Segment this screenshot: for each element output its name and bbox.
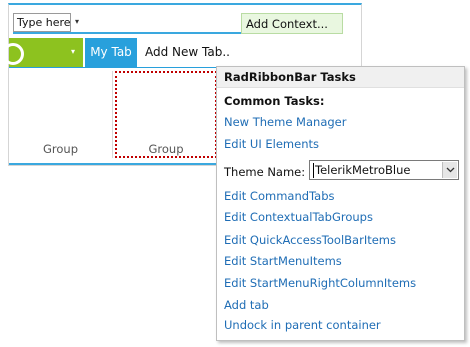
edit-contextualtabgroups-link[interactable]: Edit ContextualTabGroups bbox=[224, 210, 373, 224]
app-logo-icon bbox=[2, 43, 24, 65]
edit-quickaccesstoolbaritems-link[interactable]: Edit QuickAccessToolBarItems bbox=[224, 233, 396, 247]
quick-access-type-here-input[interactable]: Type here bbox=[13, 13, 71, 32]
theme-name-label: Theme Name: bbox=[224, 165, 306, 179]
ribbon-group[interactable]: Group bbox=[9, 71, 113, 158]
quick-access-dropdown-icon[interactable]: ▾ bbox=[75, 17, 79, 26]
tasks-panel-title: RadRibbonBar Tasks bbox=[217, 67, 464, 88]
chevron-down-icon bbox=[446, 167, 454, 173]
theme-dropdown-button[interactable] bbox=[442, 162, 457, 178]
edit-ui-elements-link[interactable]: Edit UI Elements bbox=[224, 137, 319, 151]
tab-add-new-tab[interactable]: Add New Tab... bbox=[139, 38, 231, 68]
group-label: Group bbox=[148, 142, 184, 156]
edit-startmenurightcolumnitems-link[interactable]: Edit StartMenuRightColumnItems bbox=[224, 276, 416, 290]
add-context-button[interactable]: Add Context... bbox=[241, 13, 343, 34]
group-label: Group bbox=[42, 142, 78, 156]
application-button[interactable]: ▾ bbox=[2, 38, 83, 68]
new-theme-manager-link[interactable]: New Theme Manager bbox=[224, 115, 346, 129]
theme-name-value: TelerikMetroBlue bbox=[313, 163, 411, 178]
common-tasks-heading: Common Tasks: bbox=[224, 94, 325, 108]
tab-my-tab[interactable]: My Tab bbox=[85, 38, 137, 68]
edit-startmenuitems-link[interactable]: Edit StartMenuItems bbox=[224, 254, 342, 268]
ribbon-group-selected[interactable]: Group bbox=[115, 71, 217, 158]
undock-in-parent-container-link[interactable]: Undock in parent container bbox=[224, 318, 381, 332]
tab-strip: ▾ My Tab Add New Tab... bbox=[2, 38, 361, 68]
quick-access-underline bbox=[13, 32, 243, 34]
theme-name-dropdown[interactable]: TelerikMetroBlue bbox=[309, 160, 459, 180]
add-tab-link[interactable]: Add tab bbox=[224, 298, 269, 312]
ribbon-bar-tasks-panel: RadRibbonBar Tasks Common Tasks: New The… bbox=[216, 66, 465, 341]
edit-commandtabs-link[interactable]: Edit CommandTabs bbox=[224, 189, 335, 203]
app-menu-arrow-icon: ▾ bbox=[71, 47, 76, 56]
